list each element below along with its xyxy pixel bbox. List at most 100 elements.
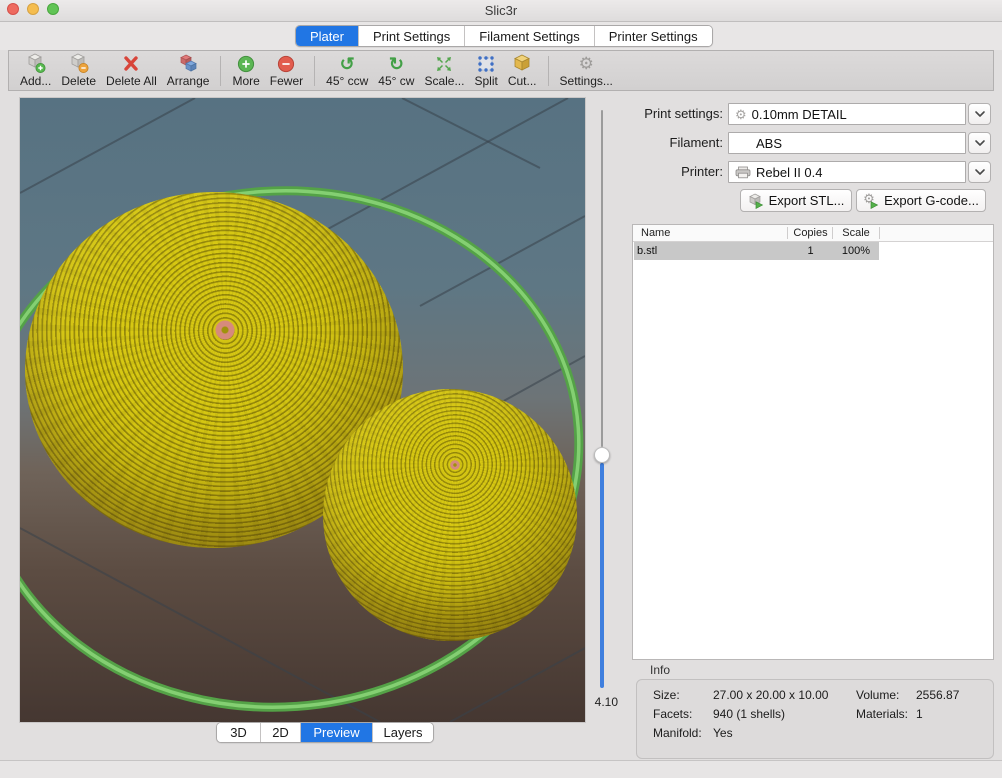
slic3r-window: Slic3r Plater Print Settings Filament Se… [0, 0, 1002, 778]
more-button[interactable]: More [227, 53, 264, 89]
rotate-cw-icon: ↻ [389, 54, 404, 74]
export-stl-icon [748, 193, 764, 208]
chevron-down-icon [974, 138, 986, 148]
rotate-ccw-label: 45° ccw [326, 74, 368, 88]
view-tabs: 3D 2D Preview Layers [216, 722, 434, 743]
chevron-down-icon [974, 167, 986, 177]
cell-name: b.stl [637, 245, 657, 257]
export-gcode-icon: ⚙ [863, 193, 879, 208]
column-divider [787, 227, 788, 239]
add-label: Add... [20, 74, 51, 88]
printer-icon [735, 166, 751, 179]
layer-slider-thumb[interactable] [594, 447, 610, 463]
delete-all-button[interactable]: Delete All [101, 53, 162, 89]
scale-label: Scale... [424, 74, 464, 88]
object-list-table[interactable]: Name Copies Scale b.stl 1 100% [632, 224, 994, 660]
column-header-name[interactable]: Name [641, 227, 670, 239]
rotate-ccw-button[interactable]: ↺ 45° ccw [321, 53, 373, 89]
titlebar: Slic3r [0, 0, 1002, 22]
export-gcode-label: Export G-code... [884, 193, 979, 208]
filament-value: ABS [756, 136, 782, 151]
window-title: Slic3r [0, 3, 1002, 18]
filament-field[interactable]: ABS [728, 132, 966, 154]
split-button[interactable]: Split [469, 53, 502, 89]
fewer-label: Fewer [270, 74, 303, 88]
scale-arrows-icon [434, 54, 454, 74]
volume-value: 2556.87 [916, 688, 959, 702]
rotate-ccw-icon: ↺ [340, 54, 355, 74]
print-settings-field[interactable]: ⚙ 0.10mm DETAIL [728, 103, 966, 125]
cut-button[interactable]: Cut... [503, 53, 542, 89]
main-tabs: Plater Print Settings Filament Settings … [295, 25, 713, 47]
layer-slider-track[interactable] [601, 110, 603, 447]
cell-copies: 1 [788, 245, 833, 257]
settings-label: Settings... [560, 74, 613, 88]
info-panel-title: Info [650, 663, 670, 677]
object-table-header: Name Copies Scale [633, 225, 993, 242]
column-header-scale[interactable]: Scale [833, 227, 879, 239]
print-settings-value: 0.10mm DETAIL [752, 107, 847, 122]
delete-button[interactable]: Delete [56, 53, 101, 89]
delete-label: Delete [61, 74, 96, 88]
print-settings-dropdown-button[interactable] [968, 103, 991, 125]
large-object-top-highlight [206, 311, 244, 349]
printer-field[interactable]: Rebel II 0.4 [728, 161, 966, 183]
toolbar-separator [314, 56, 315, 86]
column-divider [879, 227, 880, 239]
manifold-label: Manifold: [653, 726, 702, 740]
volume-label: Volume: [856, 688, 899, 702]
arrange-label: Arrange [167, 74, 210, 88]
status-bar [0, 760, 1002, 778]
split-label: Split [474, 74, 497, 88]
small-object-top-highlight [446, 456, 464, 474]
printer-dropdown-button[interactable] [968, 161, 991, 183]
cut-cube-icon [511, 53, 533, 74]
scale-button[interactable]: Scale... [419, 53, 469, 89]
export-stl-button[interactable]: Export STL... [740, 189, 852, 212]
preset-gear-icon: ⚙ [735, 108, 747, 121]
settings-button[interactable]: ⚙ Settings... [555, 53, 618, 89]
tab-filament-settings[interactable]: Filament Settings [465, 26, 594, 46]
view-tab-3d[interactable]: 3D [217, 723, 261, 742]
layer-slider-fill[interactable] [600, 463, 604, 688]
view-tab-preview[interactable]: Preview [301, 723, 373, 742]
more-label: More [232, 74, 259, 88]
manifold-value: Yes [713, 726, 733, 740]
filament-label: Filament: [608, 132, 723, 154]
toolbar-separator [220, 56, 221, 86]
chevron-down-icon [974, 109, 986, 119]
arrange-cubes-icon [177, 53, 199, 74]
print-settings-label: Print settings: [608, 103, 723, 125]
column-header-copies[interactable]: Copies [788, 227, 833, 239]
cell-scale: 100% [833, 245, 879, 257]
materials-value: 1 [916, 707, 923, 721]
filament-dropdown-button[interactable] [968, 132, 991, 154]
view-tab-2d[interactable]: 2D [261, 723, 301, 742]
plus-circle-icon [236, 54, 256, 74]
add-box-icon [25, 53, 47, 74]
tab-print-settings[interactable]: Print Settings [359, 26, 465, 46]
fewer-button[interactable]: Fewer [265, 53, 308, 89]
view-tab-layers[interactable]: Layers [373, 723, 433, 742]
export-stl-label: Export STL... [769, 193, 845, 208]
3d-viewport[interactable] [20, 98, 585, 722]
printer-label: Printer: [608, 161, 723, 183]
facets-label: Facets: [653, 707, 692, 721]
size-value: 27.00 x 20.00 x 10.00 [713, 688, 828, 702]
tab-plater[interactable]: Plater [296, 26, 359, 46]
rotate-cw-button[interactable]: ↻ 45° cw [373, 53, 419, 89]
rotate-cw-label: 45° cw [378, 74, 414, 88]
toolbar: Add... Delete Delete All [8, 50, 994, 91]
printer-value: Rebel II 0.4 [756, 165, 823, 180]
main-tabrow: Plater Print Settings Filament Settings … [0, 22, 1002, 50]
add-button[interactable]: Add... [15, 53, 56, 89]
cut-label: Cut... [508, 74, 537, 88]
size-label: Size: [653, 688, 680, 702]
table-row[interactable]: b.stl 1 100% [633, 242, 993, 260]
export-gcode-button[interactable]: ⚙ Export G-code... [856, 189, 986, 212]
arrange-button[interactable]: Arrange [162, 53, 215, 89]
sliced-object-small [323, 389, 577, 641]
info-panel: Size: 27.00 x 20.00 x 10.00 Volume: 2556… [636, 679, 994, 759]
split-dots-icon [476, 54, 496, 74]
tab-printer-settings[interactable]: Printer Settings [595, 26, 712, 46]
